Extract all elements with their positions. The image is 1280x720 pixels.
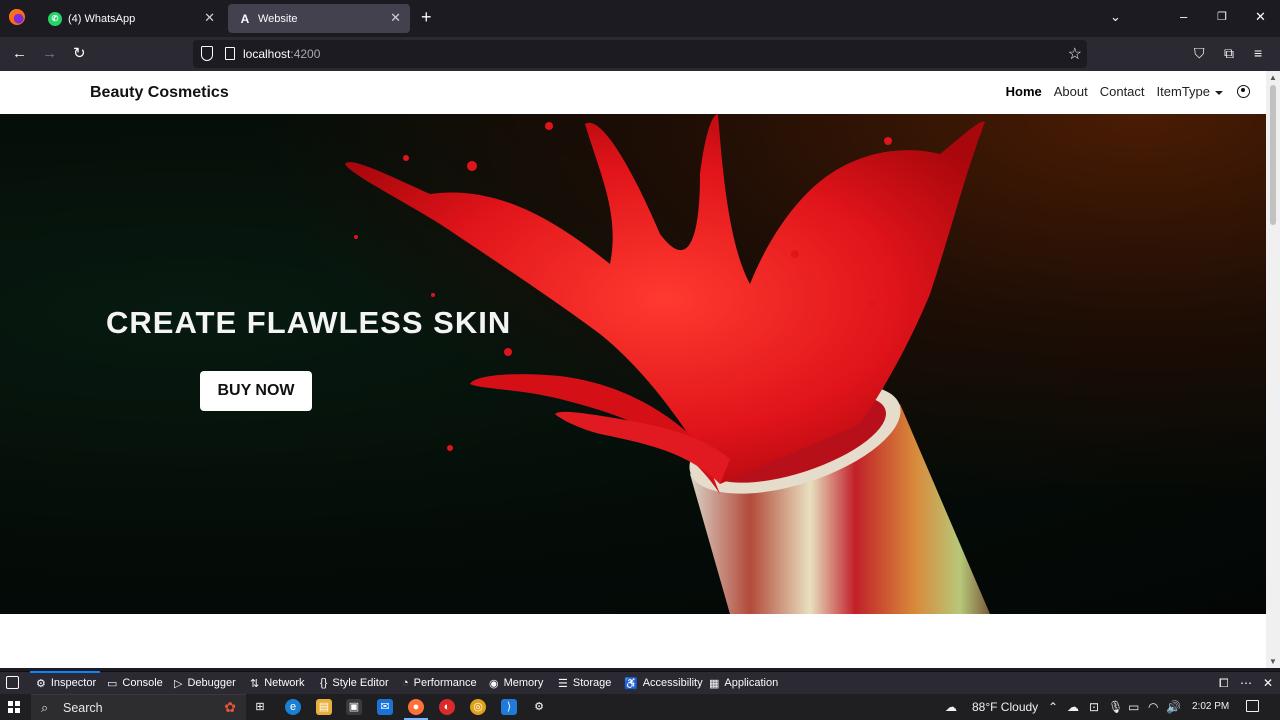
close-window-button[interactable]: ✕ [1255,9,1266,25]
forward-button[interactable]: → [42,45,57,62]
onedrive-icon[interactable]: ☁ [1067,700,1079,714]
task-view-icon[interactable]: ⊞ [252,699,268,715]
windows-taskbar: ⌕ Search ✿ ⊞ e ▤ ▣ ✉ ● ◐ ◎ ⟩ ⚙ ☁ 88°F Cl… [0,694,1280,720]
element-picker-icon[interactable] [6,676,19,689]
browser-tab-strip: ✆ (4) WhatsApp ✕ A Website ✕ + ⌄ – ❐ ✕ [0,0,1280,37]
devtools-tab-debugger[interactable]: ▷ Debugger [174,675,236,691]
storage-icon: ☰ [558,677,568,690]
nav-links: Home About Contact ItemType [994,84,1250,99]
devtools-tab-memory[interactable]: ◉ Memory [489,675,543,691]
firefox-icon[interactable] [9,9,25,25]
page-viewport: Beauty Cosmetics Home About Contact Item… [0,71,1280,668]
site-brand[interactable]: Beauty Cosmetics [90,84,229,102]
scroll-thumb[interactable] [1270,85,1276,225]
user-account-icon[interactable] [1237,85,1250,98]
settings-app-icon[interactable]: ⚙ [531,699,547,715]
restore-button[interactable]: ❐ [1217,9,1227,25]
tray-app-icon[interactable]: ⊡ [1089,700,1099,714]
clock[interactable]: 2:02 PM [1192,701,1229,712]
list-all-tabs-icon[interactable]: ⌄ [1110,9,1121,25]
buy-now-button[interactable]: BUY NOW [200,371,312,411]
weather-text[interactable]: 88°F Cloudy [972,700,1038,714]
whatsapp-icon: ✆ [48,11,62,26]
network-icon: ⇅ [250,677,260,690]
devtools-tab-network[interactable]: ⇅ Network [250,675,305,691]
search-placeholder: Search [63,701,103,715]
bookmark-star-icon[interactable]: ☆ [1068,44,1082,64]
volume-icon[interactable]: 🔊 [1166,700,1181,714]
close-devtools-icon[interactable]: ✕ [1263,676,1273,690]
search-highlight-icon: ✿ [224,699,236,715]
console-icon: ▭ [107,677,118,690]
devtools-tab-console[interactable]: ▭ Console [107,675,163,691]
store-icon[interactable]: ▣ [346,699,362,715]
back-button[interactable]: ← [12,45,27,62]
devtools-tab-inspector[interactable]: ⚙ Inspector [29,671,101,691]
devtools-tab-application[interactable]: ▦ Application [709,675,778,691]
page-info-icon[interactable] [225,47,235,60]
nav-itemtype-dropdown[interactable]: ItemType [1157,84,1223,99]
more-options-icon[interactable]: ⋯ [1240,676,1252,690]
microphone-icon[interactable]: 🎙 [1108,700,1123,714]
mail-icon[interactable]: ✉ [377,699,393,715]
chrome-icon[interactable]: ◎ [470,699,486,715]
edge-icon[interactable]: e [285,699,301,715]
dock-side-icon[interactable]: ⧠ [1219,676,1229,690]
debugger-icon: ▷ [174,677,183,690]
tab-title: Website [258,12,298,25]
browser-toolbar: ← → ↻ localhost:4200 ☆ ⛉ ⧉ ≡ [0,37,1280,71]
windows-start-icon[interactable] [8,701,20,713]
url-text[interactable]: localhost:4200 [243,47,320,61]
extensions-icon[interactable]: ⧉ [1224,45,1234,62]
scroll-up-icon[interactable]: ▲ [1269,73,1277,82]
tab-whatsapp[interactable]: ✆ (4) WhatsApp ✕ [38,4,224,33]
notifications-icon[interactable] [1246,700,1259,712]
nav-contact[interactable]: Contact [1100,84,1145,99]
show-hidden-icons[interactable]: ⌃ [1048,700,1058,714]
devtools-tab-style-editor[interactable]: {} Style Editor [320,675,389,691]
menu-icon[interactable]: ≡ [1254,45,1262,62]
wifi-icon[interactable]: ◠ [1148,700,1158,714]
tab-website[interactable]: A Website ✕ [228,4,410,33]
search-icon: ⌕ [41,700,49,715]
devtools-tab-performance[interactable]: ◔ Performance [402,675,477,691]
devtools-tab-accessibility[interactable]: ♿ Accessibility [624,675,703,691]
accessibility-icon: ♿ [624,677,638,690]
file-explorer-icon[interactable]: ▤ [316,699,332,715]
hero-headline: CREATE FLAWLESS SKIN [106,305,512,340]
devtools-toolbar: ⚙ Inspector ▭ Console ▷ Debugger ⇅ Network {… [0,671,1280,694]
hero-banner: CREATE FLAWLESS SKIN BUY NOW [0,114,1266,614]
taskbar-search[interactable]: ⌕ Search ✿ [31,694,246,720]
new-tab-button[interactable]: + [421,8,432,26]
page-scrollbar[interactable]: ▲ ▼ [1266,71,1280,668]
scroll-down-icon[interactable]: ▼ [1269,657,1277,666]
pocket-icon[interactable]: ⛉ [1194,45,1205,62]
close-tab-icon[interactable]: ✕ [390,11,401,25]
weather-icon[interactable]: ☁ [945,700,957,714]
caret-down-icon [1215,90,1223,95]
reload-button[interactable]: ↻ [73,45,86,62]
battery-icon[interactable]: ▭ [1128,700,1139,714]
angular-icon: A [240,11,250,26]
performance-icon: ◔ [402,677,409,689]
nav-home[interactable]: Home [1006,84,1042,99]
nav-about[interactable]: About [1054,84,1088,99]
close-tab-icon[interactable]: ✕ [204,11,215,25]
tracking-protection-icon[interactable] [201,46,213,61]
tab-title: (4) WhatsApp [68,12,136,25]
minimize-button[interactable]: – [1180,9,1187,25]
app-icon[interactable]: ◐ [439,699,455,715]
site-navbar: Beauty Cosmetics Home About Contact Item… [0,71,1266,114]
lipstick-splash-image [345,114,990,614]
devtools-tab-storage[interactable]: ☰ Storage [558,675,611,691]
style-editor-icon: {} [320,677,328,689]
memory-icon: ◉ [489,677,499,690]
inspector-icon: ⚙ [36,677,46,690]
address-bar[interactable]: localhost:4200 ☆ [193,40,1087,68]
vscode-icon[interactable]: ⟩ [501,699,517,715]
application-icon: ▦ [709,677,720,690]
firefox-taskbar-icon[interactable]: ● [404,699,428,720]
